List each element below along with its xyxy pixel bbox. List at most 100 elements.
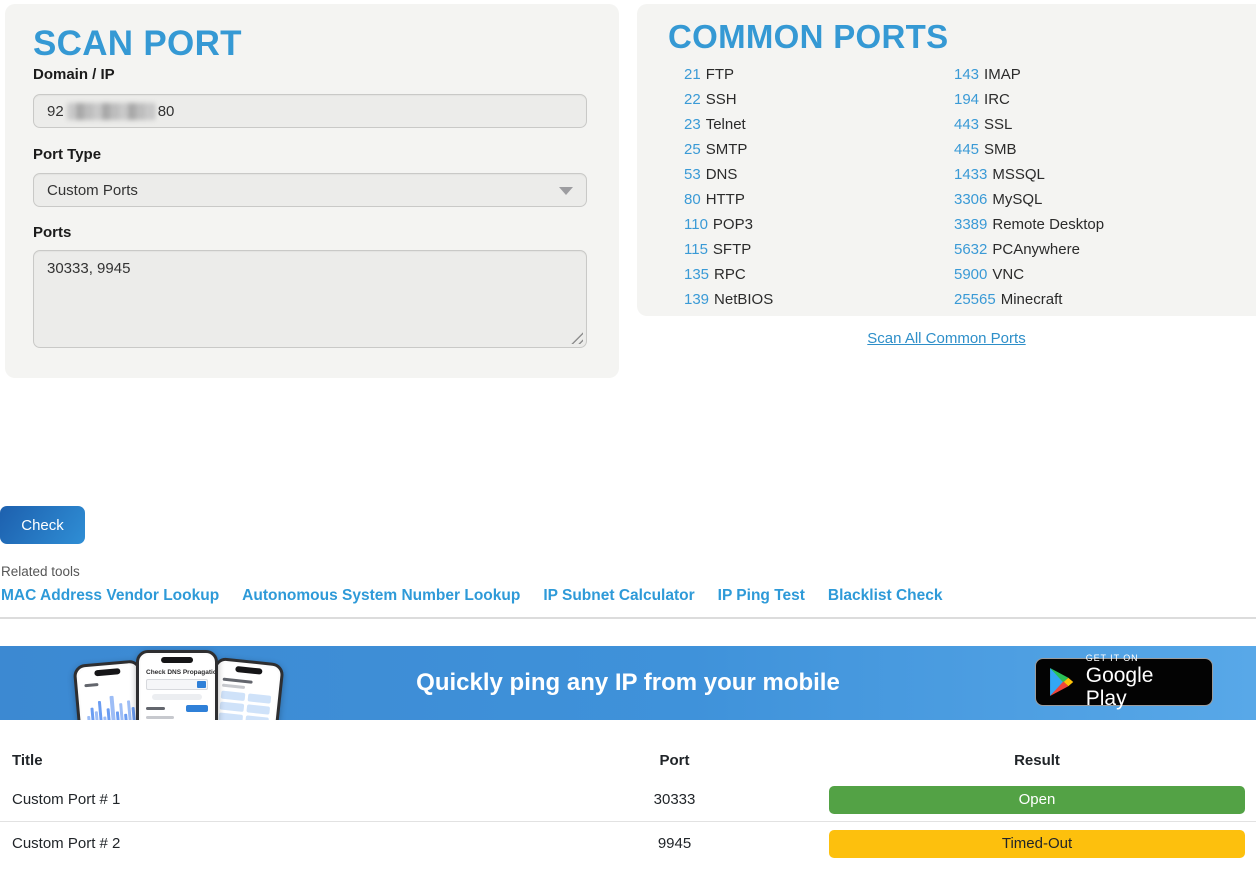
- related-tools-links: MAC Address Vendor Lookup Autonomous Syst…: [1, 587, 943, 605]
- port-number-link[interactable]: 25: [684, 141, 701, 158]
- port-number-link[interactable]: 110: [684, 216, 708, 233]
- header-title: Title: [0, 752, 520, 769]
- domain-ip-input[interactable]: 92 80: [33, 94, 587, 128]
- common-ports-card: COMMON PORTS 21FTP22SSH23Telnet25SMTP53D…: [637, 4, 1256, 316]
- common-port-row: 443 SSL: [954, 112, 1104, 137]
- row-title: Custom Port # 1: [0, 791, 520, 808]
- port-number-link[interactable]: 5632: [954, 241, 987, 258]
- related-tools-label: Related tools: [1, 564, 80, 579]
- common-port-row: 110 POP3: [684, 212, 773, 237]
- port-number-link[interactable]: 5900: [954, 266, 987, 283]
- port-number-link[interactable]: 3306: [954, 191, 987, 208]
- port-number-link[interactable]: 53: [684, 166, 701, 183]
- common-port-row: 139 NetBIOS: [684, 287, 773, 312]
- result-badge: Open: [829, 786, 1245, 814]
- port-number-link[interactable]: 143: [954, 66, 979, 83]
- phone-notch: [161, 657, 193, 663]
- google-play-icon: [1049, 668, 1075, 696]
- ports-textarea[interactable]: 30333, 9945: [33, 250, 587, 348]
- related-tool-link[interactable]: Blacklist Check: [828, 587, 943, 605]
- port-name: FTP: [706, 66, 734, 83]
- port-type-label: Port Type: [33, 146, 101, 163]
- common-ports-title: COMMON PORTS: [668, 18, 948, 56]
- port-number-link[interactable]: 3389: [954, 216, 987, 233]
- common-port-row: 135 RPC: [684, 262, 773, 287]
- common-port-row: 115 SFTP: [684, 237, 773, 262]
- domain-ip-label: Domain / IP: [33, 66, 115, 83]
- common-port-row: 1433 MSSQL: [954, 162, 1104, 187]
- common-port-row: 22 SSH: [684, 87, 773, 112]
- port-name: SSH: [706, 91, 737, 108]
- port-number-link[interactable]: 21: [684, 66, 701, 83]
- domain-ip-value-suffix: 80: [158, 103, 175, 120]
- port-number-link[interactable]: 1433: [954, 166, 987, 183]
- port-name: SMB: [984, 141, 1017, 158]
- port-name: Telnet: [706, 116, 746, 133]
- phone-screen-title: Check DNS Propagation: [146, 669, 208, 676]
- port-number-link[interactable]: 22: [684, 91, 701, 108]
- common-port-row: 194 IRC: [954, 87, 1104, 112]
- common-port-row: 23 Telnet: [684, 112, 773, 137]
- ports-value: 30333, 9945: [47, 260, 130, 277]
- result-badge: Timed-Out: [829, 830, 1245, 858]
- port-name: HTTP: [706, 191, 745, 208]
- port-name: Minecraft: [1001, 291, 1063, 308]
- port-number-link[interactable]: 139: [684, 291, 709, 308]
- port-name: NetBIOS: [714, 291, 773, 308]
- redacted-ip-segment: [67, 103, 155, 120]
- table-row: Custom Port # 29945Timed-Out: [0, 822, 1256, 865]
- table-row: Custom Port # 130333Open: [0, 778, 1256, 821]
- section-divider: [0, 617, 1256, 619]
- related-tool-link[interactable]: IP Subnet Calculator: [543, 587, 694, 605]
- scan-port-card: SCAN PORT Domain / IP 92 80 Port Type Cu…: [5, 4, 619, 378]
- common-port-row: 80 HTTP: [684, 187, 773, 212]
- common-port-row: 5632 PCAnywhere: [954, 237, 1104, 262]
- ports-label: Ports: [33, 224, 71, 241]
- get-it-on-label: GET IT ON: [1086, 654, 1199, 664]
- phone-mockup-center: Check DNS Propagation: [136, 650, 218, 720]
- scan-all-common-ports-link[interactable]: Scan All Common Ports: [867, 330, 1025, 347]
- row-title: Custom Port # 2: [0, 835, 520, 852]
- port-number-link[interactable]: 194: [954, 91, 979, 108]
- check-button[interactable]: Check: [0, 506, 85, 544]
- port-number-link[interactable]: 23: [684, 116, 701, 133]
- page-title: SCAN PORT: [33, 24, 242, 64]
- mobile-app-banner: Check DNS Propagation Quickly ping: [0, 646, 1256, 720]
- port-number-link[interactable]: 135: [684, 266, 709, 283]
- port-name: SSL: [984, 116, 1012, 133]
- port-name: POP3: [713, 216, 753, 233]
- common-port-row: 25 SMTP: [684, 137, 773, 162]
- table-body: Custom Port # 130333OpenCustom Port # 29…: [0, 778, 1256, 865]
- common-port-row: 5900VNC: [954, 262, 1104, 287]
- port-name: IMAP: [984, 66, 1021, 83]
- row-result: Open: [829, 786, 1245, 814]
- common-ports-column-1: 21FTP22SSH23Telnet25SMTP53DNS80HTTP110PO…: [684, 62, 773, 312]
- related-tool-link[interactable]: Autonomous System Number Lookup: [242, 587, 520, 605]
- common-port-row: 3389Remote Desktop: [954, 212, 1104, 237]
- port-type-selected-value: Custom Ports: [47, 182, 138, 199]
- port-type-select[interactable]: Custom Ports: [33, 173, 587, 207]
- scan-all-wrap: Scan All Common Ports: [637, 330, 1256, 348]
- port-number-link[interactable]: 115: [684, 241, 708, 258]
- port-name: MSSQL: [992, 166, 1045, 183]
- related-tool-link[interactable]: IP Ping Test: [718, 587, 805, 605]
- port-number-link[interactable]: 25565: [954, 291, 996, 308]
- port-number-link[interactable]: 443: [954, 116, 979, 133]
- related-tool-link[interactable]: MAC Address Vendor Lookup: [1, 587, 219, 605]
- resize-handle-icon[interactable]: [570, 331, 583, 344]
- port-number-link[interactable]: 445: [954, 141, 979, 158]
- port-number-link[interactable]: 80: [684, 191, 701, 208]
- port-name: SMTP: [706, 141, 748, 158]
- google-play-badge[interactable]: GET IT ON Google Play: [1035, 658, 1213, 706]
- port-name: PCAnywhere: [992, 241, 1080, 258]
- port-name: IRC: [984, 91, 1010, 108]
- port-scanner-page: SCAN PORT Domain / IP 92 80 Port Type Cu…: [0, 0, 1256, 875]
- table-header-row: Title Port Result: [0, 742, 1256, 778]
- common-port-row: 25565 Minecraft: [954, 287, 1104, 312]
- common-port-row: 3306 MySQL: [954, 187, 1104, 212]
- port-name: SFTP: [713, 241, 751, 258]
- common-port-row: 21 FTP: [684, 62, 773, 87]
- port-name: MySQL: [992, 191, 1042, 208]
- port-name: RPC: [714, 266, 746, 283]
- common-port-row: 445 SMB: [954, 137, 1104, 162]
